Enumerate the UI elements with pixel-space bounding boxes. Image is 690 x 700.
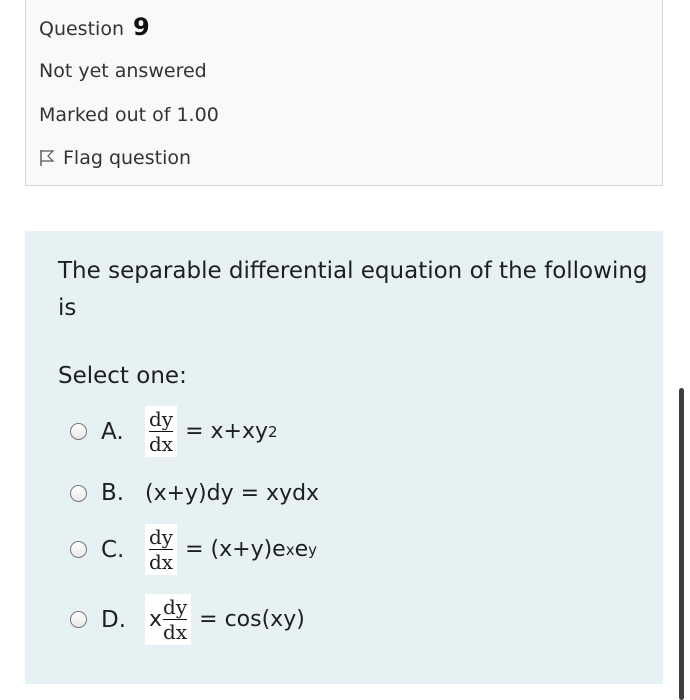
- option-c-fraction: dy dx: [145, 524, 178, 575]
- option-a-exponent: 2: [268, 422, 278, 441]
- option-d-denominator: dx: [163, 620, 188, 644]
- option-a-fraction: dy dx: [145, 406, 178, 457]
- answer-status: Not yet answered: [39, 60, 207, 82]
- question-info-panel: Question 9 Not yet answered Marked out o…: [25, 0, 663, 186]
- option-d-numerator: dy: [163, 595, 188, 619]
- option-d-radio[interactable]: [70, 611, 87, 628]
- option-a-radio[interactable]: [70, 423, 87, 440]
- option-c-radio[interactable]: [70, 541, 87, 558]
- option-a-numerator: dy: [149, 407, 174, 431]
- question-number: 9: [133, 13, 150, 41]
- option-b[interactable]: B. (x+y)dy = xydx: [70, 480, 319, 506]
- option-c-letter: C.: [101, 536, 125, 563]
- option-d-rhs: = cos(xy): [199, 607, 305, 632]
- question-label: Question: [39, 18, 124, 40]
- option-d-fraction-box: x dy dx: [145, 594, 192, 645]
- option-d-prefix: x: [149, 606, 163, 632]
- option-c-exponent-x: x: [285, 540, 295, 559]
- option-b-radio[interactable]: [70, 484, 87, 502]
- option-c[interactable]: C. dy dx = (x+y)e x e y: [70, 524, 317, 575]
- option-a-equation: dy dx = x+xy 2: [145, 406, 278, 457]
- flag-icon: [40, 150, 55, 166]
- question-content-panel: The separable differential equation of t…: [25, 231, 663, 684]
- flag-question-label: Flag question: [63, 147, 192, 169]
- option-c-exponent-y: y: [308, 540, 318, 559]
- option-c-tail: e: [294, 537, 309, 562]
- option-c-equation: dy dx = (x+y)e x e y: [145, 524, 317, 575]
- marks-info: Marked out of 1.00: [39, 104, 219, 126]
- option-c-numerator: dy: [149, 525, 174, 549]
- option-d[interactable]: D. x dy dx = cos(xy): [70, 594, 305, 645]
- option-a[interactable]: A. dy dx = x+xy 2: [70, 406, 278, 457]
- option-a-denominator: dx: [149, 432, 174, 456]
- option-d-letter: D.: [101, 606, 127, 633]
- question-text: The separable differential equation of t…: [58, 258, 648, 321]
- page-scrollbar[interactable]: [679, 388, 684, 700]
- option-b-letter: B.: [101, 480, 125, 506]
- option-d-equation: x dy dx = cos(xy): [145, 594, 305, 645]
- option-c-denominator: dx: [149, 550, 174, 574]
- option-c-rhs: = (x+y)e: [185, 537, 286, 562]
- option-a-letter: A.: [101, 418, 124, 445]
- option-a-rhs: = x+xy: [185, 419, 269, 444]
- option-b-equation: (x+y)dy = xydx: [145, 480, 320, 506]
- option-d-fraction: dy dx: [163, 595, 188, 644]
- flag-question-link[interactable]: Flag question: [39, 147, 191, 169]
- question-number-heading: Question 9: [39, 13, 150, 41]
- select-one-prompt: Select one:: [58, 363, 187, 389]
